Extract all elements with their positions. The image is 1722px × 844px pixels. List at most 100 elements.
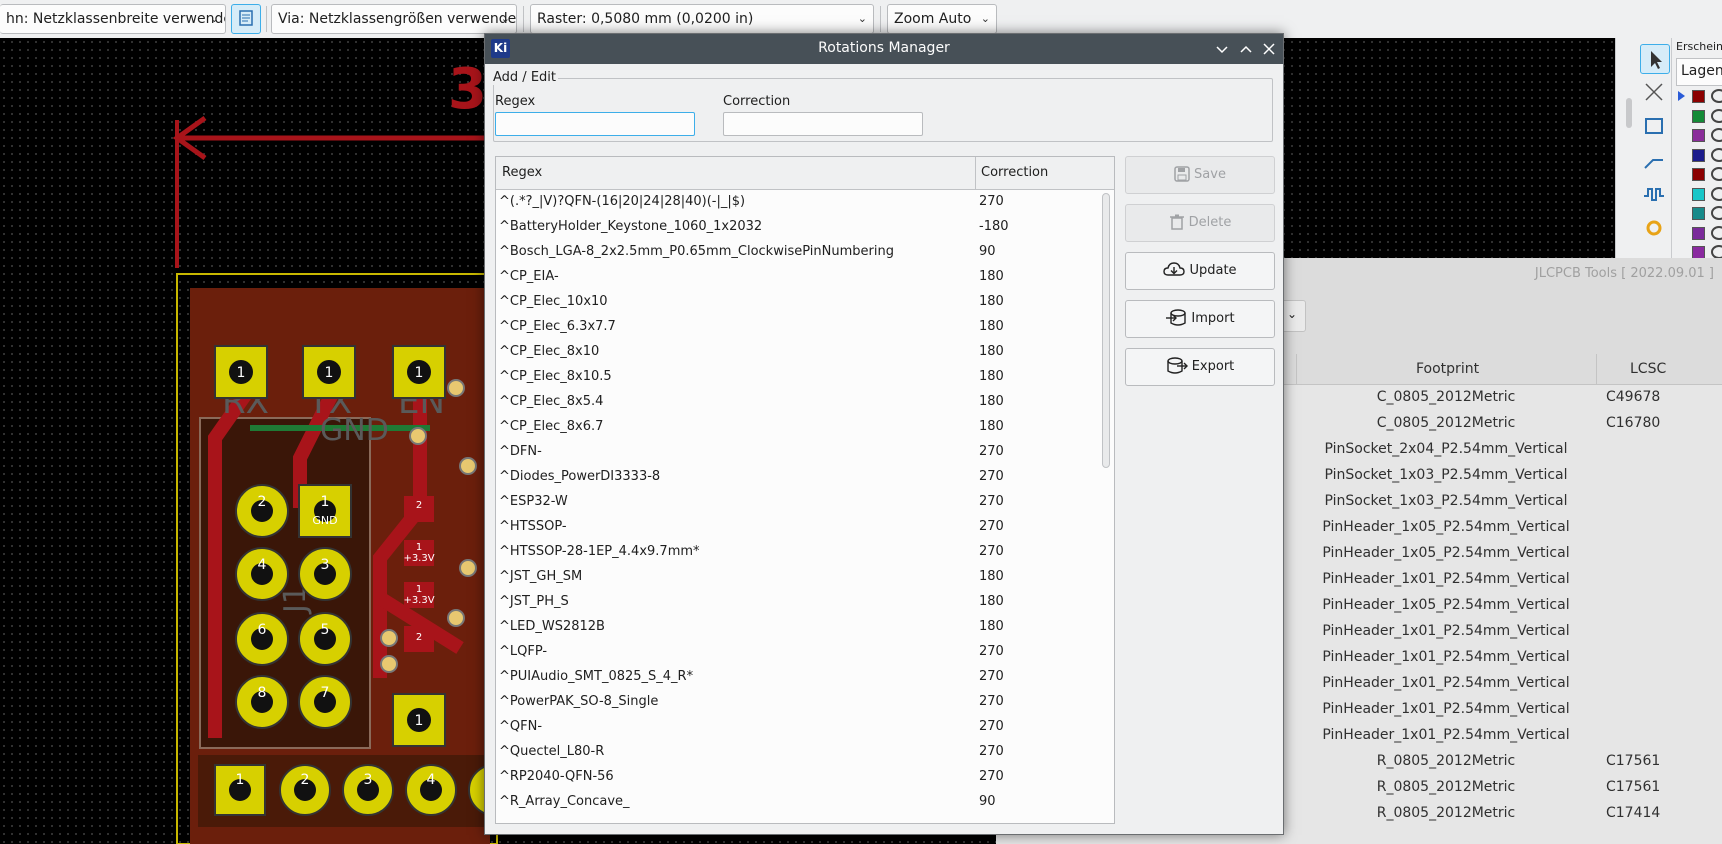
tune-length-tool-button[interactable] (1640, 180, 1670, 210)
lcsc-cell: C17561 (1606, 753, 1661, 769)
bottom-pin-number: 3 (364, 772, 373, 788)
local-ratsnest-tool-button[interactable] (1640, 78, 1670, 108)
correction-cell: 180 (979, 394, 1004, 409)
smd-pad-label: +3.3V (403, 553, 434, 564)
save-button[interactable]: Save (1125, 156, 1275, 194)
table-row[interactable]: ^LQFP- 270 (496, 639, 1102, 664)
layer-color-swatch[interactable] (1692, 207, 1705, 220)
table-row[interactable]: ^CP_Elec_8x10 180 (496, 339, 1102, 364)
window-title: JLCPCB Tools [ 2022.09.01 ] (1534, 266, 1714, 281)
layer-color-swatch[interactable] (1692, 168, 1705, 181)
table-row[interactable]: ^(.*?_|V)?QFN-(16|20|24|28|40)(-|_|$) 270 (496, 189, 1102, 214)
layer-color-swatch[interactable] (1692, 246, 1705, 258)
select-tool-button[interactable] (1640, 44, 1670, 74)
regex-cell: ^HTSSOP-28-1EP_4.4x9.7mm* (499, 544, 700, 559)
table-row[interactable]: ^CP_EIA- 180 (496, 264, 1102, 289)
table-row[interactable]: ^CP_Elec_8x6.7 180 (496, 414, 1102, 439)
layer-color-swatch[interactable] (1692, 148, 1705, 162)
maximize-button[interactable] (1235, 38, 1257, 60)
bottom-pin-number: 4 (427, 772, 436, 788)
header-pin-number: 6 (258, 622, 267, 638)
layer-color-swatch[interactable] (1692, 129, 1705, 142)
table-row[interactable]: ^JST_GH_SM 180 (496, 564, 1102, 589)
table-row[interactable]: ^ESP32-W 270 (496, 489, 1102, 514)
table-row[interactable]: ^CP_Elec_6.3x7.7 180 (496, 314, 1102, 339)
rotations-table: Regex Correction ^(.*?_|V)?QFN-(16|20|24… (495, 156, 1115, 824)
column-header-regex[interactable]: Regex (502, 165, 542, 180)
correction-cell: 270 (979, 694, 1004, 709)
correction-input[interactable] (723, 112, 923, 136)
eye-icon[interactable] (1711, 147, 1722, 162)
scrollbar-handle[interactable] (1626, 98, 1632, 128)
smd-pad-label: 2 (416, 500, 422, 511)
regex-cell: ^CP_Elec_8x6.7 (499, 419, 604, 434)
layer-color-swatch[interactable] (1692, 187, 1705, 201)
header-pin-number: 2 (258, 494, 267, 510)
auto-track-width-toggle[interactable] (231, 4, 261, 34)
minimize-button[interactable] (1211, 38, 1233, 60)
table-row[interactable]: ^CP_Elec_8x5.4 180 (496, 389, 1102, 414)
eye-icon[interactable] (1711, 225, 1722, 240)
table-row[interactable]: ^PUIAudio_SMT_0825_S_4_R* 270 (496, 664, 1102, 689)
eye-icon[interactable] (1711, 108, 1722, 123)
table-row[interactable]: ^PowerPAK_SO-8_Single 270 (496, 689, 1102, 714)
table-row[interactable]: ^R_Array_Concave_ 90 (496, 789, 1102, 814)
table-row[interactable]: ^JST_PH_S 180 (496, 589, 1102, 614)
table-row[interactable]: ^LED_WS2812B 180 (496, 614, 1102, 639)
table-row[interactable]: ^Quectel_L80-R 270 (496, 739, 1102, 764)
correction-cell: 180 (979, 419, 1004, 434)
grid-select[interactable]: Raster: 0,5080 mm (0,0200 in) ⌄ (530, 4, 874, 34)
route-track-tool-button[interactable] (1640, 146, 1670, 176)
eye-icon[interactable] (1711, 89, 1722, 103)
regex-cell: ^CP_Elec_8x10 (499, 344, 600, 359)
delete-button[interactable]: Delete (1125, 204, 1275, 242)
layers-tab[interactable]: Lagen (1676, 58, 1722, 86)
appearance-tab[interactable]: Erscheinu (1676, 40, 1722, 53)
close-button[interactable] (1258, 38, 1280, 60)
import-button[interactable]: Import (1125, 300, 1275, 338)
zoom-select[interactable]: Zoom Auto ⌄ (887, 4, 997, 34)
table-scrollbar[interactable] (1102, 193, 1110, 468)
delete-button-label: Delete (1188, 215, 1232, 230)
regex-cell: ^CP_Elec_6.3x7.7 (499, 319, 616, 334)
column-header-lcsc[interactable]: LCSC (1630, 361, 1666, 377)
track-width-value: hn: Netzklassenbreite verwenden (6, 11, 226, 27)
correction-cell: 180 (979, 269, 1004, 284)
gnd-pad-label: GND (312, 514, 337, 527)
eye-icon[interactable] (1711, 186, 1722, 201)
regex-cell: ^JST_PH_S (499, 594, 569, 609)
table-row[interactable]: ^BatteryHolder_Keystone_1060_1x2032 -180 (496, 214, 1102, 239)
table-row[interactable]: ^CP_Elec_8x10.5 180 (496, 364, 1102, 389)
table-row[interactable]: ^Bosch_LGA-8_2x2.5mm_P0.65mm_ClockwisePi… (496, 239, 1102, 264)
import-button-label: Import (1191, 311, 1235, 326)
column-header-correction[interactable]: Correction (981, 165, 1048, 180)
dialog-titlebar[interactable]: Ki Rotations Manager (485, 34, 1283, 64)
footprint-icon (1645, 118, 1663, 134)
layer-color-swatch[interactable] (1692, 226, 1705, 240)
via-size-select[interactable]: Via: Netzklassengrößen verwenden ⌄ (271, 4, 517, 34)
table-row[interactable]: ^CP_Elec_10x10 180 (496, 289, 1102, 314)
column-header-footprint[interactable]: Footprint (1416, 361, 1479, 377)
regex-cell: ^CP_EIA- (499, 269, 559, 284)
table-row[interactable]: ^DFN- 270 (496, 439, 1102, 464)
eye-icon[interactable] (1711, 206, 1722, 220)
footprint-cell: PinHeader_1x01_P2.54mm_Vertical (1322, 571, 1570, 587)
track-width-select[interactable]: hn: Netzklassenbreite verwenden ⌄ (0, 4, 226, 34)
export-button[interactable]: Export (1125, 348, 1275, 386)
update-button[interactable]: Update (1125, 252, 1275, 290)
regex-input[interactable] (495, 112, 695, 136)
eye-icon[interactable] (1711, 167, 1722, 181)
table-row[interactable]: ^Diodes_PowerDI3333-8 270 (496, 464, 1102, 489)
footprint-cell: PinHeader_1x01_P2.54mm_Vertical (1322, 623, 1570, 639)
eye-icon[interactable] (1711, 245, 1722, 258)
layer-color-swatch[interactable] (1692, 90, 1705, 103)
add-via-tool-button[interactable] (1640, 214, 1670, 244)
eye-icon[interactable] (1711, 128, 1722, 142)
layer-color-swatch[interactable] (1692, 109, 1705, 123)
table-row[interactable]: ^HTSSOP-28-1EP_4.4x9.7mm* 270 (496, 539, 1102, 564)
table-row[interactable]: ^RP2040-QFN-56 270 (496, 764, 1102, 789)
zoom-value: Zoom Auto (894, 11, 972, 27)
table-row[interactable]: ^HTSSOP- 270 (496, 514, 1102, 539)
table-row[interactable]: ^QFN- 270 (496, 714, 1102, 739)
add-footprint-tool-button[interactable] (1640, 112, 1670, 142)
